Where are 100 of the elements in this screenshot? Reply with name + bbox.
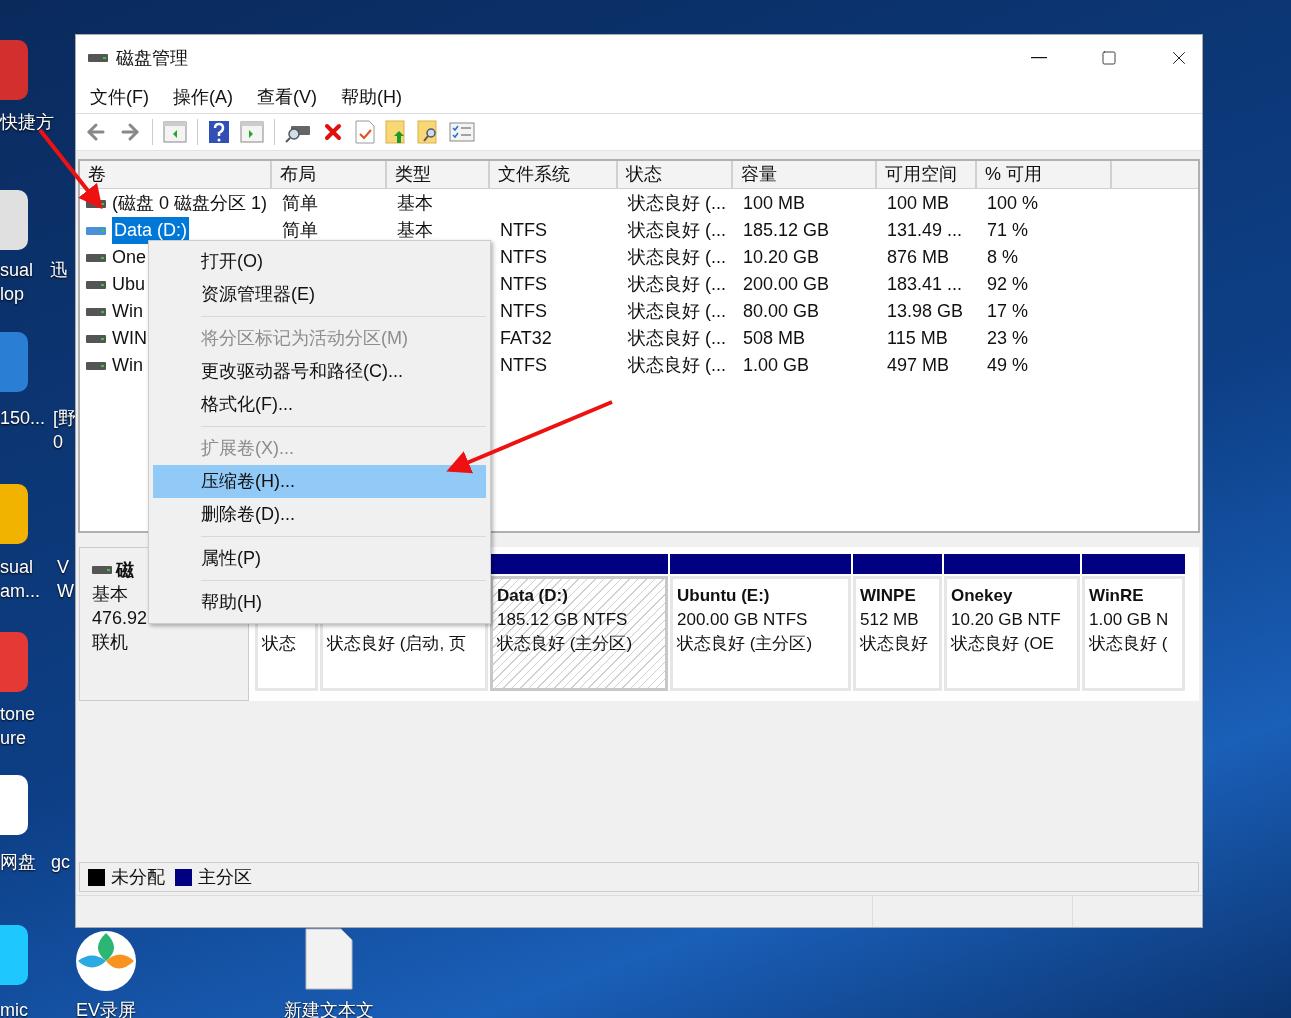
partition-name: Data (D:) [497, 585, 569, 607]
menu-item[interactable]: 操作(A) [165, 83, 241, 111]
table-cell: 状态良好 (... [628, 220, 726, 240]
document-icon[interactable] [305, 928, 353, 990]
check-document-icon[interactable] [355, 120, 375, 144]
desktop-icon-label: 0 [53, 431, 63, 454]
context-menu-item[interactable]: 属性(P) [153, 542, 486, 575]
table-cell: 23 % [987, 328, 1029, 348]
table-cell: NTFS [500, 220, 547, 240]
column-header[interactable]: 文件系统 [490, 161, 618, 189]
checklist-icon[interactable] [449, 122, 475, 142]
help-icon[interactable] [208, 120, 230, 144]
context-menu-item[interactable]: 删除卷(D)... [153, 498, 486, 531]
table-cell[interactable]: Ubu [112, 271, 146, 298]
drive-icon [86, 333, 106, 344]
menu-item[interactable]: 文件(F) [82, 83, 157, 111]
partition-name: Ubuntu (E:) [677, 585, 771, 607]
partition-block[interactable]: Onekey 10.20 GB NTF 状态良好 (OE [944, 576, 1080, 691]
table-cell[interactable]: (磁盘 0 磁盘分区 1) [112, 190, 267, 217]
partition-block[interactable]: WINPE 512 MB 状态良好 [853, 576, 942, 691]
minimize-icon [1031, 57, 1047, 59]
table-cell[interactable]: WIN [112, 325, 147, 352]
panel-icon[interactable] [163, 121, 187, 143]
table-cell: NTFS [500, 274, 547, 294]
panel-icon[interactable] [240, 121, 264, 143]
desktop-icon-label: EV录屏 [76, 999, 136, 1018]
table-cell[interactable]: Win [112, 298, 143, 325]
menu-item[interactable]: 帮助(H) [333, 83, 410, 111]
table-cell[interactable]: One [112, 244, 147, 271]
table-cell: 简单 [282, 193, 318, 213]
desktop-icon-label: sual [0, 259, 34, 282]
partition-size: 185.12 GB NTFS [497, 609, 629, 631]
partition-block[interactable]: Data (D:) 185.12 GB NTFS 状态良好 (主分区) [490, 576, 668, 691]
app-icon[interactable] [0, 925, 28, 985]
table-cell: 185.12 GB [743, 220, 830, 240]
context-menu-item[interactable]: 更改驱动器号和路径(C)... [153, 355, 486, 388]
column-header[interactable]: 类型 [387, 161, 490, 189]
table-cell: 10.20 GB [743, 247, 820, 267]
table-cell: 49 % [987, 355, 1029, 375]
disk-state: 联机 [92, 631, 128, 654]
drive-icon [86, 225, 106, 236]
desktop-icon-label: ure [0, 727, 26, 750]
partition-status: 状态良好 (主分区) [677, 633, 814, 655]
disk-name: 磁 [116, 559, 134, 582]
desktop-icon-label: 迅 [50, 259, 68, 282]
table-cell: 92 % [987, 274, 1029, 294]
folder-up-icon[interactable] [385, 120, 407, 144]
table-cell: 状态良好 (... [628, 274, 726, 294]
drive-icon [88, 53, 108, 63]
table-cell: 13.98 GB [887, 301, 964, 321]
column-header[interactable]: 状态 [618, 161, 733, 189]
column-header[interactable]: 可用空间 [877, 161, 977, 189]
table-cell: 100 MB [887, 193, 950, 213]
partition-name: Onekey [951, 585, 1014, 607]
context-menu-item[interactable]: 格式化(F)... [153, 388, 486, 421]
desktop-icon-label: W [57, 580, 74, 603]
column-header[interactable]: % 可用 [977, 161, 1112, 189]
maximize-icon [1101, 50, 1117, 66]
table-cell: NTFS [500, 247, 547, 267]
table-cell: 简单 [282, 220, 318, 240]
context-menu-item[interactable]: 资源管理器(E) [153, 278, 486, 311]
drive-icon [86, 279, 106, 290]
column-header[interactable]: 布局 [272, 161, 387, 189]
table-cell: 80.00 GB [743, 301, 820, 321]
app-icon[interactable] [0, 190, 28, 250]
context-menu-item[interactable]: 打开(O) [153, 245, 486, 278]
folder-search-icon[interactable] [417, 120, 439, 144]
table-cell: 115 MB [887, 328, 948, 348]
context-menu-item[interactable]: 压缩卷(H)... [153, 465, 486, 498]
disk-size: 476.92 [92, 607, 148, 630]
drive-icon [86, 360, 106, 371]
table-cell: 状态良好 (... [628, 301, 726, 321]
table-cell: 71 % [987, 220, 1029, 240]
partition-status: 状态良好 (启动, 页 [327, 633, 467, 655]
desktop-icon-label: 快捷方 [0, 111, 54, 134]
column-header[interactable]: 容量 [733, 161, 877, 189]
table-cell[interactable]: Win [112, 352, 143, 379]
desktop-icon-label: gc [51, 851, 70, 874]
desktop-icon-label: 新建文本文 [284, 999, 374, 1018]
table-cell: 状态良好 (... [628, 247, 726, 267]
desktop-icon-label: V [57, 556, 69, 579]
partition-block[interactable]: WinRE 1.00 GB N 状态良好 ( [1082, 576, 1185, 691]
app-icon[interactable] [0, 484, 28, 544]
table-cell: 状态良好 (... [628, 193, 726, 213]
desktop-icon-label: 网盘 [0, 851, 36, 874]
menu-item[interactable]: 查看(V) [249, 83, 325, 111]
partition-block[interactable]: Ubuntu (E:) 200.00 GB NTFS 状态良好 (主分区) [670, 576, 851, 691]
partition-status: 状态良好 (主分区) [497, 633, 634, 655]
table-cell[interactable]: Data (D:) [112, 217, 189, 244]
desktop-icon-label: mic [0, 999, 28, 1018]
partition-size: 512 MB [860, 609, 920, 631]
app-icon[interactable] [0, 775, 28, 835]
desktop-icon-label: lop [0, 283, 25, 306]
partition-size: 10.20 GB NTF [951, 609, 1062, 631]
table-cell: NTFS [500, 301, 547, 321]
desktop-icon-label: [野 [53, 407, 76, 430]
drive-icon [92, 565, 112, 575]
column-header[interactable]: 卷 [80, 161, 272, 189]
partition-name: WinRE [1089, 585, 1145, 607]
table-cell: 8 % [987, 247, 1019, 267]
